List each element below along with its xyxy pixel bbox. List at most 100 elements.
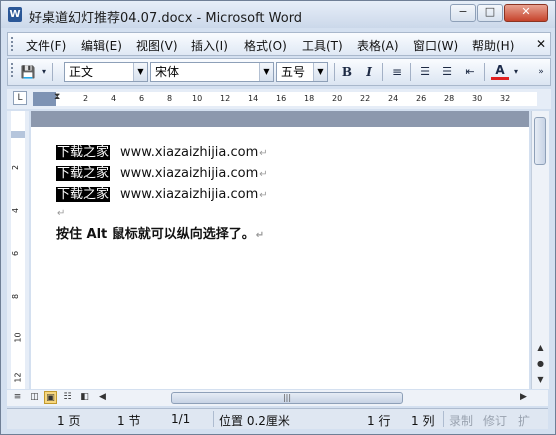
ruler-tick: 8 bbox=[167, 94, 173, 103]
status-bar: 1 页 1 节 1/1 位置 0.2厘米 1 行 1 列 录制 修订 扩 bbox=[7, 408, 548, 429]
style-value: 正文 bbox=[69, 65, 94, 79]
ruler-tick: 18 bbox=[304, 94, 315, 103]
paragraph-mark-icon: ↵ bbox=[57, 208, 66, 219]
size-combo[interactable]: 五号 ▼ bbox=[276, 62, 328, 82]
selected-text[interactable]: 下载之家 bbox=[56, 166, 111, 181]
horizontal-ruler-row: L ⧗ 2 4 6 8 10 12 14 16 18 20 22 24 26 2… bbox=[7, 89, 551, 109]
ruler-tick: 10 bbox=[192, 94, 203, 103]
numbered-list-icon[interactable]: ☰ bbox=[416, 63, 434, 81]
status-record[interactable]: 录制 bbox=[449, 412, 473, 429]
tab-selector[interactable]: L bbox=[13, 91, 27, 105]
ruler-left-margin bbox=[33, 92, 56, 106]
previous-page-icon[interactable]: ▲ bbox=[533, 340, 548, 355]
document-line[interactable]: 下载之家 www.xiazaizhijia.com↵ bbox=[56, 162, 268, 181]
ruler-tick: 16 bbox=[276, 94, 287, 103]
scroll-right-icon[interactable]: ▶ bbox=[517, 391, 530, 404]
document-line[interactable]: 下载之家 www.xiazaizhijia.com↵ bbox=[56, 183, 268, 202]
horizontal-scroll-thumb[interactable]: ||| bbox=[171, 392, 403, 404]
document-page[interactable]: 下载之家 www.xiazaizhijia.com↵ 下载之家 www.xiazai… bbox=[31, 111, 529, 389]
outline-view-icon[interactable]: ☷ bbox=[61, 391, 74, 404]
vertical-scrollbar[interactable]: ▲ ● ▼ bbox=[531, 111, 549, 389]
menu-help[interactable]: 帮助(H) bbox=[472, 37, 514, 54]
document-line[interactable]: 按住 Alt 鼠标就可以纵向选择了。↵ bbox=[56, 223, 264, 242]
line-text: www.xiazaizhijia.com bbox=[120, 145, 259, 160]
bold-line-text: 按住 Alt 鼠标就可以纵向选择了。 bbox=[56, 227, 255, 242]
menu-table[interactable]: 表格(A) bbox=[357, 37, 399, 54]
select-browse-object-icon[interactable]: ● bbox=[533, 356, 548, 371]
window-title: 好桌道幻灯推荐04.07.docx - Microsoft Word bbox=[29, 11, 303, 26]
horizontal-scrollbar-row: ≡ ◫ ▣ ☷ ◧ ◀ ||| ▶ bbox=[7, 390, 548, 406]
web-view-icon[interactable]: ◫ bbox=[28, 391, 41, 404]
ruler-tick: 2 bbox=[83, 94, 89, 103]
ruler-tick: 30 bbox=[472, 94, 483, 103]
style-combo[interactable]: 正文 ▼ bbox=[64, 62, 148, 82]
indent-marker-icon[interactable]: ⧗ bbox=[54, 92, 60, 102]
italic-button[interactable]: I bbox=[360, 63, 378, 81]
status-track-changes[interactable]: 修订 bbox=[483, 412, 507, 429]
save-icon[interactable]: 💾 bbox=[19, 63, 37, 81]
paragraph-mark-icon: ↵ bbox=[259, 169, 268, 180]
status-column: 1 列 bbox=[411, 414, 435, 428]
chevron-down-icon[interactable]: ▼ bbox=[133, 63, 147, 81]
normal-view-icon[interactable]: ≡ bbox=[11, 391, 24, 404]
size-value: 五号 bbox=[281, 65, 306, 79]
status-line: 1 行 bbox=[367, 414, 391, 428]
vertical-scroll-thumb[interactable] bbox=[534, 117, 546, 165]
menu-file[interactable]: 文件(F) bbox=[26, 37, 66, 54]
maximize-button[interactable]: □ bbox=[477, 4, 503, 22]
toolbar-separator bbox=[52, 63, 53, 81]
ruler-tick: 20 bbox=[332, 94, 343, 103]
horizontal-ruler[interactable]: ⧗ 2 4 6 8 10 12 14 16 18 20 22 24 26 28 … bbox=[33, 92, 537, 106]
menu-format[interactable]: 格式(O) bbox=[244, 37, 287, 54]
font-color-dropdown-icon[interactable]: ▾ bbox=[511, 63, 521, 81]
toolbar-grip[interactable] bbox=[11, 63, 16, 77]
toolbar-dropdown-icon[interactable]: ▾ bbox=[39, 63, 49, 81]
empty-line[interactable]: ↵ bbox=[56, 205, 65, 220]
chevron-down-icon[interactable]: ▼ bbox=[313, 63, 327, 81]
menu-view[interactable]: 视图(V) bbox=[136, 37, 178, 54]
selected-text[interactable]: 下载之家 bbox=[56, 145, 111, 160]
bullet-list-icon[interactable]: ☰ bbox=[438, 63, 456, 81]
vruler-number: 2 bbox=[11, 164, 21, 171]
print-layout-view-icon[interactable]: ▣ bbox=[44, 391, 57, 404]
close-button[interactable]: ✕ bbox=[504, 4, 548, 22]
vruler-number: 4 bbox=[11, 207, 21, 214]
reading-view-icon[interactable]: ◧ bbox=[78, 391, 91, 404]
word-window: W 好桌道幻灯推荐04.07.docx - Microsoft Word − □… bbox=[0, 0, 556, 435]
toolbar-overflow-icon[interactable]: » bbox=[536, 63, 546, 81]
chevron-down-icon[interactable]: ▼ bbox=[259, 63, 273, 81]
vruler-number: 6 bbox=[11, 250, 21, 257]
menu-edit[interactable]: 编辑(E) bbox=[81, 37, 122, 54]
status-extend[interactable]: 扩 bbox=[518, 412, 530, 429]
scroll-left-icon[interactable]: ◀ bbox=[96, 391, 109, 404]
menu-bar: 文件(F) 编辑(E) 视图(V) 插入(I) 格式(O) 工具(T) 表格(A… bbox=[7, 32, 551, 56]
status-separator bbox=[443, 411, 444, 427]
ruler-tick: 22 bbox=[360, 94, 371, 103]
line-text: www.xiazaizhijia.com bbox=[120, 166, 259, 181]
font-color-button[interactable]: A bbox=[491, 63, 509, 80]
menu-tools[interactable]: 工具(T) bbox=[302, 37, 343, 54]
status-section: 1 节 bbox=[117, 414, 141, 428]
menu-close-doc-icon[interactable]: ✕ bbox=[536, 37, 546, 51]
word-app-icon[interactable]: W bbox=[8, 7, 22, 22]
menu-window[interactable]: 窗口(W) bbox=[413, 37, 458, 54]
menu-insert[interactable]: 插入(I) bbox=[191, 37, 228, 54]
selected-text[interactable]: 下载之家 bbox=[56, 187, 111, 202]
vertical-ruler[interactable]: 2 4 6 8 10 12 bbox=[7, 111, 29, 389]
vruler-number: 12 bbox=[13, 372, 23, 383]
line-text: www.xiazaizhijia.com bbox=[120, 187, 259, 202]
font-combo[interactable]: 宋体 ▼ bbox=[150, 62, 274, 82]
bold-button[interactable]: B bbox=[338, 63, 356, 81]
decrease-indent-icon[interactable]: ⇤ bbox=[461, 63, 479, 81]
paragraph-mark-icon: ↵ bbox=[259, 190, 268, 201]
minimize-button[interactable]: − bbox=[450, 4, 476, 22]
paragraph-mark-icon: ↵ bbox=[255, 230, 265, 241]
document-line[interactable]: 下载之家 www.xiazaizhijia.com↵ bbox=[56, 141, 268, 160]
ruler-tick: 6 bbox=[139, 94, 145, 103]
align-justify-icon[interactable]: ≡ bbox=[388, 63, 406, 81]
ruler-tick: 14 bbox=[248, 94, 259, 103]
ruler-tick: 24 bbox=[388, 94, 399, 103]
next-page-icon[interactable]: ▼ bbox=[533, 372, 548, 387]
menu-grip[interactable] bbox=[11, 37, 16, 51]
vruler-number: 8 bbox=[11, 293, 21, 300]
